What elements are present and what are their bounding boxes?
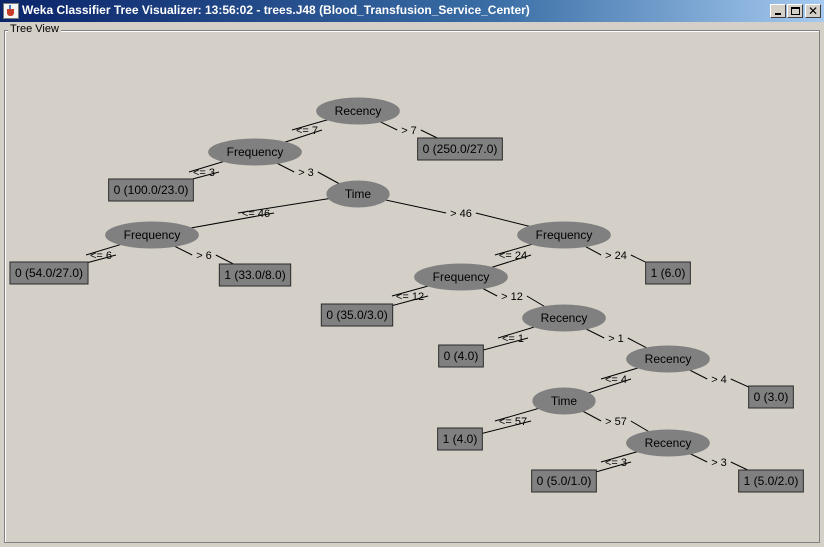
edge-label: > 3 (298, 167, 314, 179)
edge-label: <= 1 (502, 333, 524, 345)
edge-label: > 12 (501, 291, 523, 303)
node-label: Recency (541, 311, 588, 325)
node-label: 0 (5.0/1.0) (537, 474, 592, 488)
node-label: 0 (250.0/27.0) (423, 142, 498, 156)
edge-label: <= 24 (499, 250, 527, 262)
decision-tree-canvas[interactable]: <= 7 > 7 <= 3 > 3 <= 46 > 46 <= 6 > 6 <= 24 > 24 <… (0, 0, 824, 547)
split-node[interactable]: Frequency (208, 138, 302, 166)
node-label: 1 (5.0/2.0) (744, 474, 799, 488)
leaf-node[interactable]: 1 (4.0) (437, 427, 483, 451)
edge-label: <= 46 (242, 208, 270, 220)
node-label: Frequency (536, 228, 593, 242)
node-label: Frequency (433, 270, 490, 284)
leaf-node[interactable]: 0 (100.0/23.0) (108, 178, 194, 202)
split-node[interactable]: Frequency (105, 221, 199, 249)
split-node[interactable]: Recency (522, 304, 606, 332)
edge-label: <= 12 (396, 291, 424, 303)
split-node[interactable]: Recency (626, 345, 710, 373)
edge-label: <= 4 (605, 374, 627, 386)
node-label: 1 (4.0) (443, 432, 478, 446)
edge-label: > 57 (605, 416, 627, 428)
edge-label: > 6 (196, 250, 212, 262)
split-node[interactable]: Time (326, 180, 390, 208)
node-label: 0 (54.0/27.0) (15, 266, 83, 280)
edge-label: > 3 (711, 457, 727, 469)
edge-label: <= 7 (296, 125, 318, 137)
split-node[interactable]: Frequency (414, 263, 508, 291)
split-node[interactable]: Time (532, 387, 596, 415)
leaf-node[interactable]: 0 (4.0) (438, 344, 484, 368)
edge-label: > 4 (711, 374, 727, 386)
node-label: Frequency (124, 228, 181, 242)
leaf-node[interactable]: 0 (250.0/27.0) (417, 137, 503, 161)
split-node[interactable]: Frequency (517, 221, 611, 249)
node-label: Frequency (227, 145, 284, 159)
node-label: Recency (645, 352, 692, 366)
edge-label: <= 3 (193, 167, 215, 179)
node-label: 0 (100.0/23.0) (114, 183, 189, 197)
node-label: Recency (645, 436, 692, 450)
leaf-node[interactable]: 0 (3.0) (748, 385, 794, 409)
node-label: 1 (6.0) (651, 266, 686, 280)
node-label: 0 (4.0) (444, 349, 479, 363)
edge-layer: <= 7 > 7 <= 3 > 3 <= 46 > 46 <= 6 > 6 <= 24 > 24 <… (48, 110, 772, 482)
leaf-node[interactable]: 1 (33.0/8.0) (218, 263, 292, 287)
edge-label: <= 6 (90, 250, 112, 262)
leaf-node[interactable]: 1 (6.0) (645, 261, 691, 285)
edge-label: <= 57 (499, 416, 527, 428)
leaf-node[interactable]: 0 (35.0/3.0) (320, 303, 394, 327)
node-label: Time (345, 187, 372, 201)
node-label: Time (551, 394, 578, 408)
leaf-node[interactable]: 0 (54.0/27.0) (9, 261, 89, 285)
edge-label: > 24 (605, 250, 627, 262)
edge-label: <= 3 (605, 457, 627, 469)
node-label: Recency (335, 104, 382, 118)
edge-label: > 1 (608, 333, 624, 345)
edge-label: > 46 (450, 208, 472, 220)
split-node[interactable]: Recency (316, 97, 400, 125)
node-label: 1 (33.0/8.0) (224, 268, 285, 282)
leaf-node[interactable]: 0 (5.0/1.0) (531, 469, 597, 493)
edge-label: > 7 (401, 125, 417, 137)
leaf-node[interactable]: 1 (5.0/2.0) (738, 469, 804, 493)
split-node[interactable]: Recency (626, 429, 710, 457)
node-label: 0 (3.0) (754, 390, 789, 404)
node-label: 0 (35.0/3.0) (326, 308, 387, 322)
